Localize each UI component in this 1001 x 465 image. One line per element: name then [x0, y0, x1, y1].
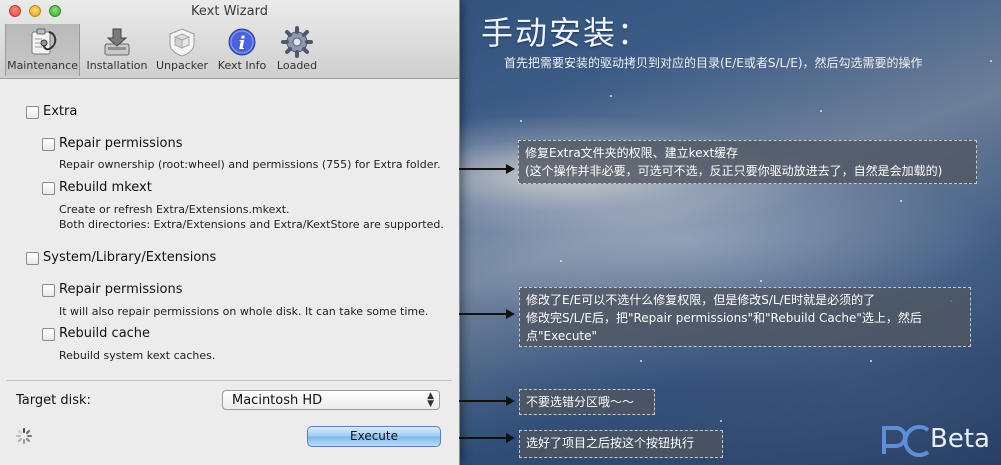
annotation-heading: 手动安装：	[481, 14, 652, 52]
extra-label: Extra	[43, 104, 78, 119]
toolbar-label: Installation	[86, 59, 148, 72]
progress-spinner-icon	[16, 428, 32, 444]
stethoscope-icon	[27, 26, 59, 58]
window-titlebar: Kext Wizard Maintenance Installation Unp…	[0, 0, 459, 79]
annotation-note-execute: 选好了项目之后按这个按钮执行	[519, 430, 723, 458]
annotation-note-extra: 修复Extra文件夹的权限、建立kext缓存 (这个操作并非必要，可选可不选，反…	[518, 140, 977, 184]
arrow-icon	[459, 396, 515, 406]
sle-repair-permissions-checkbox[interactable]	[42, 284, 55, 297]
toolbar-maintenance[interactable]: Maintenance	[5, 24, 80, 76]
svg-text:i: i	[239, 33, 246, 54]
pcbeta-watermark: Beta	[878, 420, 996, 460]
arrow-icon	[459, 164, 515, 174]
sle-label: System/Library/Extensions	[43, 250, 217, 265]
sle-repair-permissions-label: Repair permissions	[59, 282, 183, 297]
shield-box-icon	[166, 26, 198, 58]
rebuild-cache-label: Rebuild cache	[59, 326, 151, 341]
toolbar-label: Unpacker	[155, 59, 209, 72]
rebuild-cache-checkbox[interactable]	[42, 328, 55, 341]
annotation-subtitle: 首先把需要安装的驱动拷贝到对应的目录(E/E或者S/L/E)，然后勾选需要的操作	[504, 56, 923, 70]
execute-button[interactable]: Execute	[307, 426, 441, 447]
annotation-note-sle-line2: 修改完S/L/E后，把"Repair permissions"和"Rebuild…	[526, 311, 922, 325]
target-disk-value: Macintosh HD	[232, 393, 323, 408]
rebuild-mkext-description-line2: Both directories: Extra/Extensions and E…	[59, 218, 444, 231]
annotation-note-extra-line1: 修复Extra文件夹的权限、建立kext缓存	[525, 146, 739, 160]
gear-icon	[281, 26, 313, 58]
annotation-note-target: 不要选错分区哦～～	[519, 389, 655, 415]
pcbeta-text: Beta	[930, 424, 990, 454]
window-title: Kext Wizard	[191, 4, 268, 19]
toolbar-loaded[interactable]: Loaded	[273, 24, 321, 76]
rebuild-mkext-checkbox[interactable]	[42, 182, 55, 195]
extra-repair-permissions-checkbox[interactable]	[42, 138, 55, 151]
rebuild-mkext-description-line1: Create or refresh Extra/Extensions.mkext…	[59, 203, 290, 216]
maintenance-panel: Extra Repair permissions Repair ownershi…	[0, 79, 459, 465]
extra-checkbox[interactable]	[26, 106, 39, 119]
annotation-note-extra-line2: (这个操作并非必要，可选可不选，反正只要你驱动放进去了，自然是会加载的)	[525, 164, 943, 178]
rebuild-cache-description: Rebuild system kext caches.	[59, 349, 216, 362]
target-disk-select[interactable]: Macintosh HD ▲ ▼	[222, 390, 440, 410]
annotation-note-sle-line3: 点"Execute"	[526, 329, 598, 343]
annotation-note-sle-line1: 修改了E/E可以不选什么修复权限，但是修改S/L/E时就是必须的了	[526, 293, 876, 307]
toolbar-installation[interactable]: Installation	[83, 24, 151, 76]
extra-repair-permissions-label: Repair permissions	[59, 136, 183, 151]
annotation-note-sle: 修改了E/E可以不选什么修复权限，但是修改S/L/E时就是必须的了 修改完S/L…	[519, 287, 971, 347]
toolbar-label: Maintenance	[7, 59, 78, 72]
chevron-updown-icon: ▲ ▼	[427, 391, 434, 409]
target-disk-label: Target disk:	[16, 393, 91, 408]
toolbar-kext-info[interactable]: i Kext Info	[213, 24, 271, 76]
rebuild-mkext-label: Rebuild mkext	[59, 180, 152, 195]
divider	[6, 380, 452, 381]
toolbar-label: Loaded	[276, 59, 318, 72]
extra-repair-permissions-description: Repair ownership (root:wheel) and permis…	[59, 158, 441, 171]
info-icon: i	[226, 26, 258, 58]
arrow-icon	[459, 433, 515, 443]
sle-repair-permissions-description: It will also repair permissions on whole…	[59, 305, 429, 318]
install-tray-icon	[101, 26, 133, 58]
toolbar-label: Kext Info	[217, 59, 267, 72]
arrow-icon	[459, 309, 515, 319]
sle-checkbox[interactable]	[26, 252, 39, 265]
kext-wizard-window: Kext Wizard Maintenance Installation Unp…	[0, 0, 460, 465]
toolbar-unpacker[interactable]: Unpacker	[154, 24, 210, 76]
